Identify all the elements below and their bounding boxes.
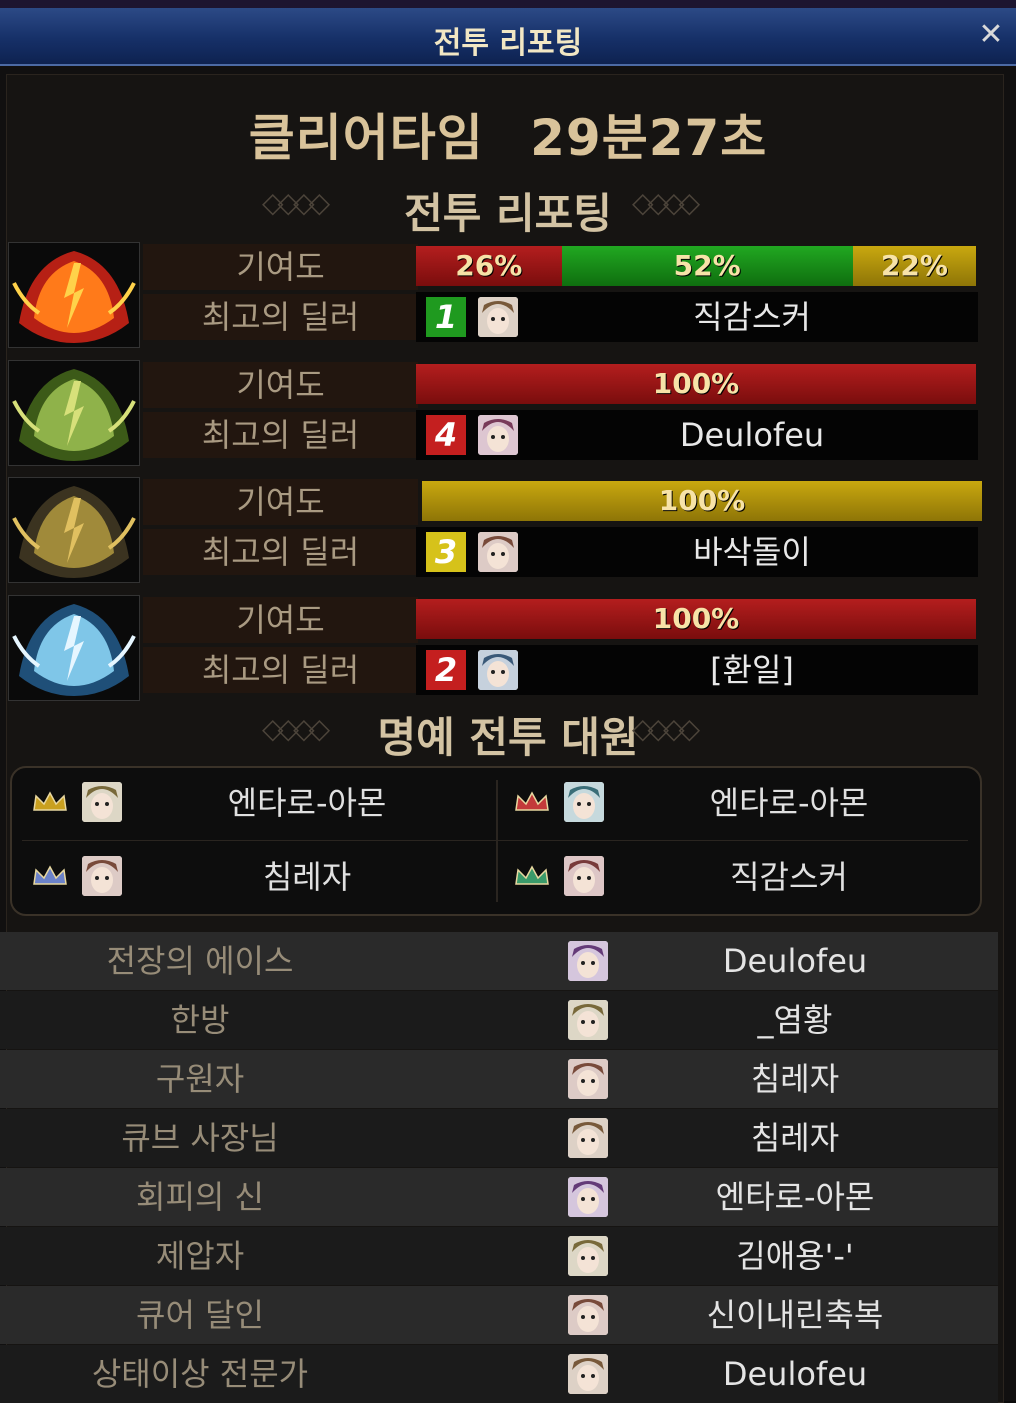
battle-report-window: 전투 리포팅 ✕ 클리어타임 29분27초 ◇◇◇◇ 전투 리포팅 ◇◇◇◇ 기… [0, 0, 1016, 1403]
honor-member-name: 침레자 [262, 858, 352, 896]
best-dealer-label: 최고의 딜러 [143, 529, 418, 575]
section-title-report: 전투 리포팅 [404, 189, 612, 238]
best-dealer-name: [환일] [710, 651, 794, 689]
award-player-name: 침레자 [750, 1060, 840, 1098]
close-icon[interactable]: ✕ [974, 18, 1008, 52]
award-row: 구원자 침레자 [0, 1050, 998, 1108]
divider [22, 840, 968, 841]
honor-member: 엔타로-아몬 [12, 768, 492, 838]
avatar [564, 856, 604, 896]
boss-row: 기여도 최고의 딜러 26% 52% 22% 1 직감스커 [8, 242, 978, 348]
best-dealer-label: 최고의 딜러 [143, 412, 418, 458]
award-row: 회피의 신 엔타로-아몬 [0, 1168, 998, 1226]
best-dealer-label: 최고의 딜러 [143, 647, 418, 693]
honor-member-name: 엔타로-아몬 [709, 784, 869, 822]
clear-time: 클리어타임 29분27초 [0, 98, 1016, 170]
best-dealer-name: 바삭돌이 [693, 533, 811, 571]
crown-icon [514, 790, 550, 814]
award-player-name: 엔타로-아몬 [715, 1178, 875, 1216]
best-dealer: 3 바삭돌이 [416, 527, 978, 577]
contribution-segment: 22% [852, 246, 976, 286]
contribution-segment: 26% [416, 246, 562, 286]
rank-badge: 2 [426, 650, 466, 690]
ice-boss-icon [8, 595, 140, 701]
contribution-segment: 100% [416, 599, 976, 639]
award-row: 큐어 달인 신이내린축복 [0, 1286, 998, 1344]
nature-boss-icon [8, 360, 140, 466]
ornament-right-icon: ◇◇◇◇ [632, 712, 700, 745]
background-strip [0, 0, 1016, 8]
fire-boss-icon [8, 242, 140, 348]
section-title-honor: 명예 전투 대원 [377, 713, 639, 762]
contribution-segment: 100% [416, 364, 976, 404]
contribution-segment: 52% [561, 246, 853, 286]
contribution-bar: 26% 52% 22% [416, 246, 976, 286]
award-label: 큐브 사장님 [121, 1119, 279, 1157]
crown-icon [514, 864, 550, 888]
award-label: 구원자 [155, 1060, 245, 1098]
rank-badge: 1 [426, 297, 466, 337]
avatar [478, 650, 518, 690]
best-dealer: 1 직감스커 [416, 292, 978, 342]
crown-icon [32, 864, 68, 888]
best-dealer-name: 직감스커 [693, 298, 811, 336]
award-row: 한방 _염황 [0, 991, 998, 1049]
avatar [564, 782, 604, 822]
avatar [82, 782, 122, 822]
award-player-name: Deulofeu [722, 942, 868, 980]
award-label: 전장의 에이스 [106, 942, 294, 980]
award-label: 큐어 달인 [136, 1296, 264, 1334]
award-player-name: 침레자 [750, 1119, 840, 1157]
contribution-label: 기여도 [143, 244, 418, 290]
award-player-name: 김애용'-' [736, 1237, 854, 1275]
honor-member-name: 엔타로-아몬 [227, 784, 387, 822]
award-player-name: 신이내린축복 [706, 1296, 884, 1334]
contribution-bar: 100% [422, 481, 982, 521]
award-label: 상태이상 전문가 [91, 1355, 309, 1393]
honor-member: 엔타로-아몬 [494, 768, 974, 838]
contribution-label: 기여도 [143, 597, 418, 643]
crown-icon [32, 790, 68, 814]
title-bar[interactable]: 전투 리포팅 ✕ [0, 8, 1016, 66]
boss-row: 기여도 최고의 딜러 100% 2 [환일] [8, 595, 978, 701]
boss-row: 기여도 최고의 딜러 100% 4 Deulofeu [8, 360, 978, 466]
honor-member: 직감스커 [494, 842, 974, 912]
best-dealer: 2 [환일] [416, 645, 978, 695]
window-title: 전투 리포팅 [433, 26, 583, 61]
rank-badge: 4 [426, 415, 466, 455]
best-dealer-label: 최고의 딜러 [143, 294, 418, 340]
rank-badge: 3 [426, 532, 466, 572]
avatar [478, 532, 518, 572]
award-row: 제압자 김애용'-' [0, 1227, 998, 1285]
clear-time-value: 29분27초 [530, 109, 768, 167]
honor-members-panel: 엔타로-아몬 엔타로-아몬침레자 직감스커 [10, 766, 982, 916]
dark-boss-icon [8, 477, 140, 583]
avatar [478, 415, 518, 455]
clear-time-label: 클리어타임 [248, 109, 484, 167]
award-label: 회피의 신 [136, 1178, 264, 1216]
honor-member-name: 직감스커 [730, 858, 848, 896]
honor-member: 침레자 [12, 842, 492, 912]
award-player-name: _염황 [757, 1001, 833, 1039]
ornament-right-icon: ◇◇◇◇ [632, 186, 700, 219]
award-row: 상태이상 전문가 Deulofeu [0, 1345, 998, 1403]
contribution-label: 기여도 [143, 362, 418, 408]
best-dealer-name: Deulofeu [679, 416, 825, 454]
contribution-bar: 100% [416, 364, 976, 404]
contribution-label: 기여도 [143, 479, 418, 525]
award-row: 전장의 에이스 Deulofeu [0, 932, 998, 990]
best-dealer: 4 Deulofeu [416, 410, 978, 460]
avatar [82, 856, 122, 896]
award-row: 큐브 사장님 침레자 [0, 1109, 998, 1167]
boss-row: 기여도 최고의 딜러 100% 3 바삭돌이 [8, 477, 982, 583]
award-label: 한방 [170, 1001, 230, 1039]
award-label: 제압자 [155, 1237, 245, 1275]
contribution-segment: 100% [422, 481, 982, 521]
contribution-bar: 100% [416, 599, 976, 639]
avatar [478, 297, 518, 337]
award-player-name: Deulofeu [722, 1355, 868, 1393]
